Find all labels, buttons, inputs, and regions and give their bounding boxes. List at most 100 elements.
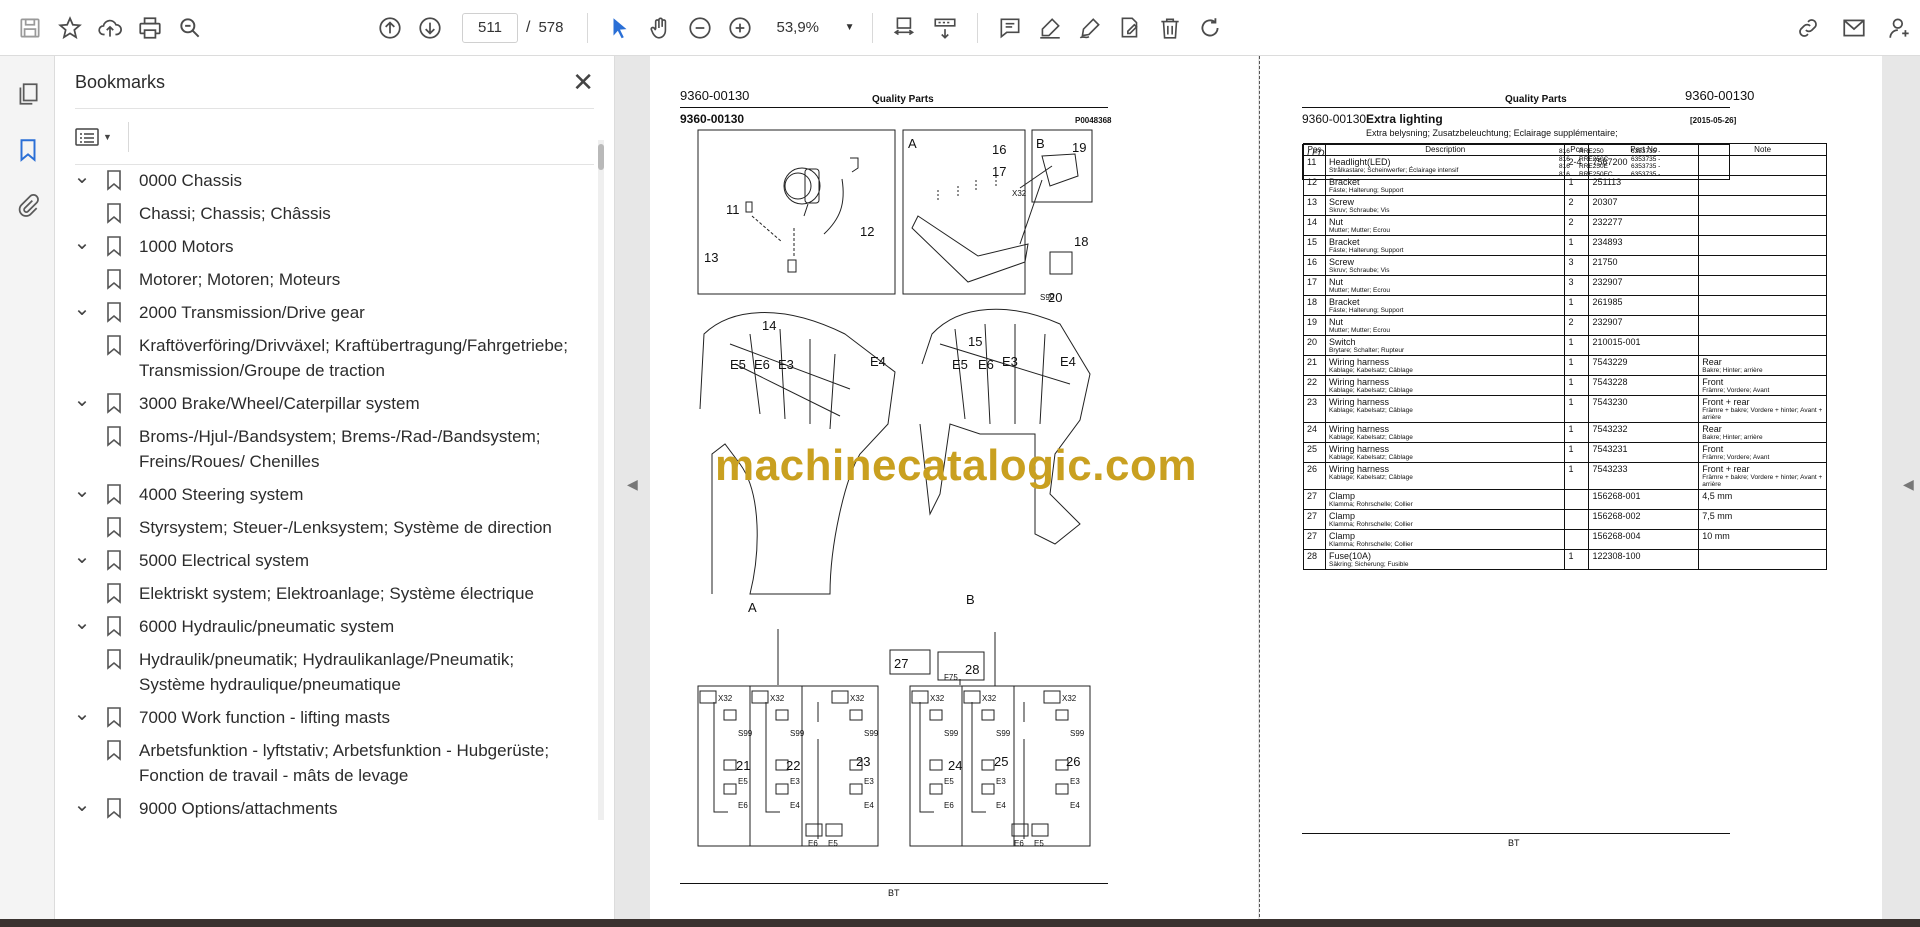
chevron-down-icon[interactable]: ⌄	[67, 704, 97, 724]
main-toolbar: 511 / 578 53,9% ▼	[0, 0, 1920, 56]
column-header: Note	[1698, 143, 1827, 156]
cell-note: Front + rear	[1702, 464, 1750, 474]
email-icon[interactable]	[1834, 8, 1874, 48]
table-cell-pcs: 2	[1564, 195, 1590, 216]
bookmark-child-item[interactable]: Chassi; Chassis; Châssis	[55, 197, 615, 230]
bookmarks-scrollbar[interactable]	[598, 140, 604, 820]
chevron-down-icon[interactable]: ⌄	[67, 299, 97, 319]
bookmark-section-item[interactable]: ⌄ 1000 Motors	[55, 230, 615, 263]
table-row: 27 Clamp Klamma; Rohrschelle; Collier 15626…	[1303, 489, 1827, 510]
table-cell-part: 122308-100	[1588, 549, 1700, 570]
upload-cloud-icon[interactable]	[90, 8, 130, 48]
sign-icon[interactable]	[1070, 8, 1110, 48]
bookmark-section-item[interactable]: ⌄ 2000 Transmission/Drive gear	[55, 296, 615, 329]
delete-icon[interactable]	[1150, 8, 1190, 48]
close-icon[interactable]: ✕	[572, 67, 594, 98]
star-icon[interactable]	[50, 8, 90, 48]
table-cell-pcs: 2-4	[1564, 155, 1590, 176]
label-s99-26: S99	[1070, 729, 1085, 738]
scrollbar-thumb[interactable]	[598, 144, 604, 170]
bookmark-child-item[interactable]: Styrsystem; Steuer-/Lenksystem; Système …	[55, 511, 615, 544]
label-e4-left: E4	[870, 354, 886, 369]
bookmarks-title: Bookmarks	[75, 71, 166, 92]
fill-sign-icon[interactable]	[1110, 8, 1150, 48]
bookmark-label: 6000 Hydraulic/pneumatic system	[139, 617, 395, 636]
callout-21: 21	[736, 758, 750, 773]
select-cursor-icon[interactable]	[600, 8, 640, 48]
bookmark-child-item[interactable]: Motorer; Motoren; Moteurs	[55, 263, 615, 296]
bookmark-section-item[interactable]: ⌄ 9000 Options/attachments	[55, 792, 615, 825]
scroll-mode-icon[interactable]	[925, 8, 965, 48]
cell-part: 156268-001	[1592, 491, 1641, 501]
table-cell-pos: 21	[1303, 355, 1326, 376]
bookmark-child-item[interactable]: Kraftöverföring/Drivväxel; Kraftübertrag…	[55, 329, 615, 387]
cell-sub: Kablage; Kabelsatz; Câblage	[1328, 407, 1413, 414]
bookmark-child-item[interactable]: Elektriskt system; Elektroanlage; Systèm…	[55, 577, 615, 610]
bookmark-child-item[interactable]: Arbetsfunktion - lyftstativ; Arbetsfunkt…	[55, 734, 615, 792]
cell-desc: Switch	[1328, 337, 1356, 347]
bookmark-section-item[interactable]: ⌄ 7000 Work function - lifting masts	[55, 701, 615, 734]
table-cell-part: 20307	[1588, 195, 1700, 216]
bookmark-section-item[interactable]: ⌄ 6000 Hydraulic/pneumatic system	[55, 610, 615, 643]
previous-page-icon[interactable]	[370, 8, 410, 48]
chevron-down-icon[interactable]: ⌄	[67, 613, 97, 633]
chevron-down-icon[interactable]: ⌄	[67, 795, 97, 815]
bookmark-section-item[interactable]: ⌄ 0000 Chassis	[55, 164, 615, 197]
find-icon[interactable]	[170, 8, 210, 48]
cell-desc: Clamp	[1328, 531, 1355, 541]
highlight-icon[interactable]	[1030, 8, 1070, 48]
chevron-down-icon[interactable]: ⌄	[67, 481, 97, 501]
hand-tool-icon[interactable]	[640, 8, 680, 48]
label-s99-21: S99	[738, 729, 753, 738]
zoom-level-select[interactable]: 53,9% ▼	[770, 13, 860, 43]
bookmark-child-item[interactable]: Hydraulik/pneumatik; Hydraulikanlage/Pne…	[55, 643, 615, 701]
bookmark-section-item[interactable]: ⌄ 4000 Steering system	[55, 478, 615, 511]
bookmark-section-item[interactable]: ⌄ 5000 Electrical system	[55, 544, 615, 577]
chevron-down-icon[interactable]: ⌄	[67, 167, 97, 187]
table-cell-pos: 17	[1303, 275, 1326, 296]
page-number-input[interactable]: 511	[462, 12, 518, 43]
table-cell-note	[1698, 155, 1827, 176]
cell-desc: Bracket	[1328, 237, 1360, 247]
rotate-icon[interactable]	[1190, 8, 1230, 48]
zoom-in-icon[interactable]	[720, 8, 760, 48]
next-page-icon[interactable]	[410, 8, 450, 48]
save-icon[interactable]	[10, 8, 50, 48]
chevron-down-icon[interactable]: ⌄	[67, 547, 97, 567]
zoom-out-icon[interactable]	[680, 8, 720, 48]
label-e3-23: E3	[864, 777, 874, 786]
share-link-icon[interactable]	[1788, 8, 1828, 48]
page-thumbnails-icon[interactable]	[0, 66, 55, 122]
table-cell-note	[1698, 195, 1827, 216]
bookmark-child-item[interactable]: Broms-/Hjul-/Bandsystem; Brems-/Rad-/Ban…	[55, 420, 615, 478]
add-user-icon[interactable]	[1880, 8, 1920, 48]
comment-icon[interactable]	[990, 8, 1030, 48]
expand-right-icon[interactable]: ◀	[1903, 476, 1914, 493]
table-cell-note	[1698, 215, 1827, 236]
chevron-down-icon[interactable]: ⌄	[67, 390, 97, 410]
bookmark-options-menu[interactable]: ▼	[75, 127, 112, 147]
list-options-icon	[75, 127, 99, 146]
cell-pos: 20	[1307, 337, 1318, 347]
label-e6-21: E6	[738, 801, 748, 810]
chevron-down-icon: ▼	[103, 131, 112, 142]
collapse-left-icon[interactable]: ◀	[627, 476, 638, 493]
table-cell-part: 210015-001	[1588, 335, 1700, 356]
table-cell-pos: 26	[1303, 462, 1326, 490]
chevron-down-icon[interactable]: ⌄	[67, 233, 97, 253]
print-icon[interactable]	[130, 8, 170, 48]
bookmark-label: 7000 Work function - lifting masts	[139, 708, 391, 727]
table-cell-pcs: 3	[1564, 275, 1590, 296]
label-e6-right: E6	[978, 357, 994, 372]
section-title: Extra lighting	[1366, 112, 1443, 126]
callout-28: 28	[965, 662, 979, 677]
bookmark-label: 9000 Options/attachments	[139, 799, 338, 818]
fit-page-icon[interactable]	[885, 8, 925, 48]
bookmarks-icon[interactable]	[0, 122, 55, 178]
bookmark-section-item[interactable]: ⌄ 3000 Brake/Wheel/Caterpillar system	[55, 387, 615, 420]
cell-note_sub: Främre; Vordere; Avant	[1702, 387, 1770, 394]
table-row: 16 Screw Skruv; Schraube; Vis 3 21750	[1303, 255, 1827, 276]
label-e5-left: E5	[730, 357, 746, 372]
bookmark-label: Kraftöverföring/Drivväxel; Kraftübertrag…	[139, 336, 568, 380]
attachments-icon[interactable]	[0, 178, 55, 234]
